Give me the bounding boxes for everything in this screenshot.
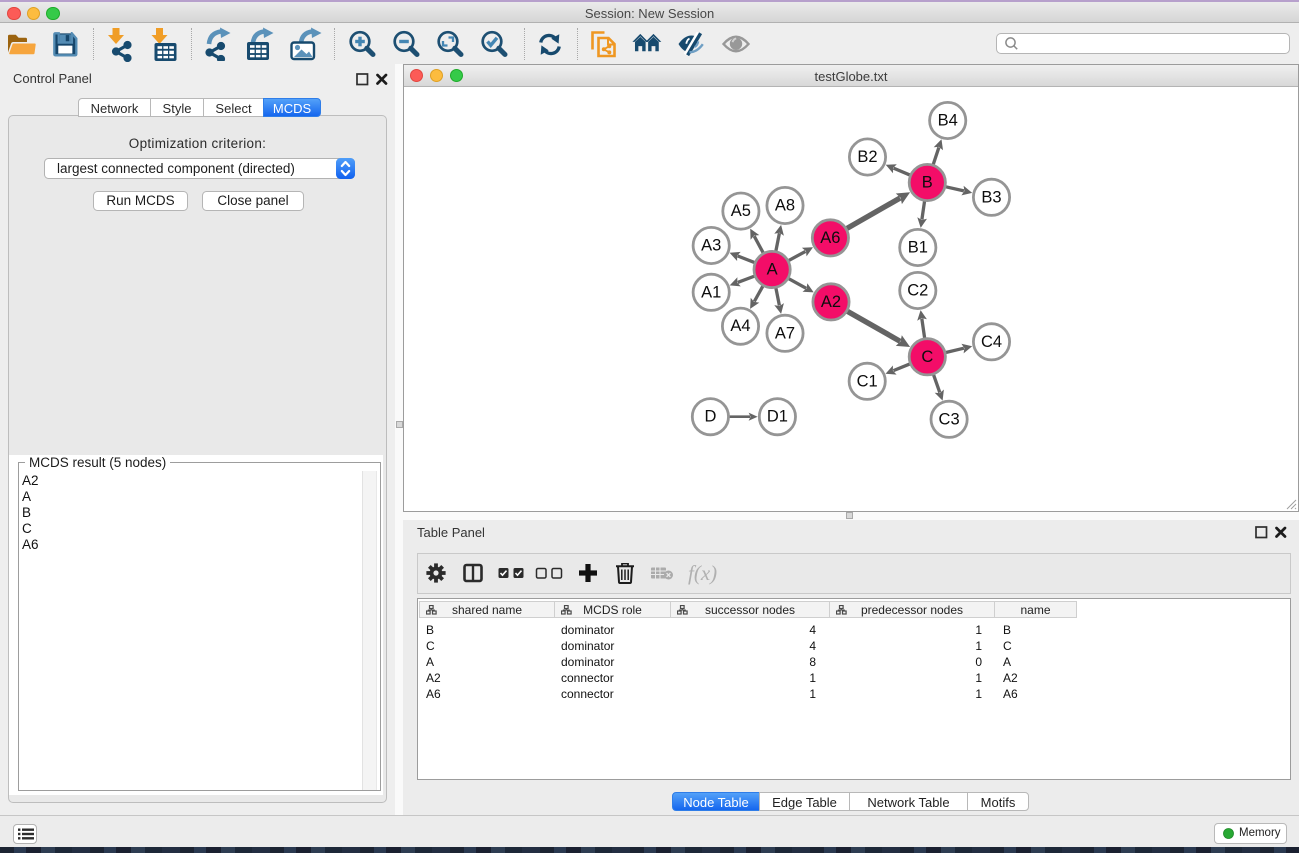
- svg-text:f(x): f(x): [688, 563, 717, 585]
- svg-text:A3: A3: [701, 237, 721, 255]
- svg-text:B4: B4: [938, 112, 958, 130]
- svg-text:B2: B2: [857, 148, 877, 166]
- svg-text:C1: C1: [857, 372, 878, 390]
- svg-text:A2: A2: [821, 293, 841, 311]
- svg-text:B: B: [922, 174, 933, 192]
- svg-text:A1: A1: [701, 283, 721, 301]
- svg-text:A8: A8: [775, 197, 795, 215]
- svg-text:D: D: [704, 408, 716, 426]
- svg-text:C2: C2: [907, 282, 928, 300]
- svg-text:C: C: [921, 348, 933, 366]
- svg-text:D1: D1: [767, 408, 788, 426]
- svg-text:A4: A4: [730, 317, 750, 335]
- svg-text:C3: C3: [939, 410, 960, 428]
- svg-text:A: A: [767, 261, 778, 279]
- svg-text:B3: B3: [981, 188, 1001, 206]
- svg-text:B1: B1: [908, 239, 928, 257]
- svg-text:A5: A5: [731, 202, 751, 220]
- svg-text:A7: A7: [775, 324, 795, 342]
- svg-text:C4: C4: [981, 333, 1002, 351]
- svg-text:A6: A6: [820, 229, 840, 247]
